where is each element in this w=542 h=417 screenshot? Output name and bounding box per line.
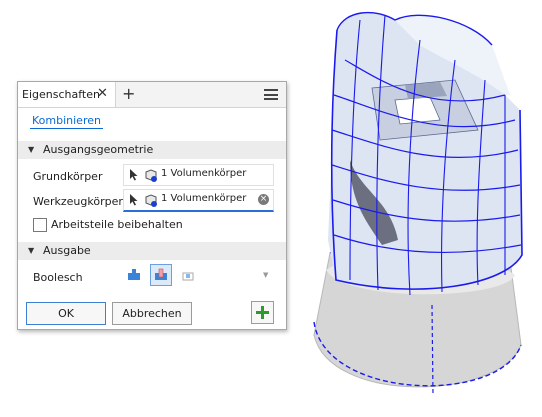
section-title: Ausgangsgeometrie [43,143,154,156]
select-cursor-icon [130,194,138,206]
solid-body-icon [145,194,157,207]
keep-toolbodies-checkbox[interactable] [33,218,47,232]
section-title: Ausgabe [43,244,91,257]
tab-properties[interactable]: Eigenschaften ✕ [18,82,116,107]
collapse-arrow-icon: ▼ [28,145,35,154]
section-output[interactable]: ▼ Ausgabe [18,242,286,260]
collapse-arrow-icon: ▼ [28,246,35,255]
tool-body-selector[interactable]: 1 Volumenkörper × [123,189,274,212]
properties-panel: Eigenschaften ✕ + Kombinieren ▼ Ausgangs… [17,81,287,330]
cut-icon [155,268,167,280]
solid-body-icon [145,169,157,182]
tool-body[interactable] [328,11,523,296]
apply-button[interactable] [251,301,274,324]
select-cursor-icon [130,169,138,181]
tab-label: Eigenschaften [22,88,100,101]
tool-body-value: 1 Volumenkörper [161,193,247,204]
add-tab-icon[interactable]: + [122,84,135,103]
section-input-geometry[interactable]: ▼ Ausgangsgeometrie [18,141,286,159]
chevron-down-icon[interactable]: ▼ [263,271,268,279]
hamburger-menu-icon[interactable] [264,89,278,100]
base-body-value: 1 Volumenkörper [161,168,247,179]
join-icon [128,269,140,280]
intersect-button[interactable] [177,264,199,286]
ok-button[interactable]: OK [26,302,106,325]
close-icon[interactable]: ✕ [97,86,108,101]
boolean-label: Boolesch [33,271,83,284]
clear-selection-icon[interactable]: × [258,194,269,205]
cancel-button[interactable]: Abbrechen [112,302,192,325]
plus-icon [256,306,269,319]
intersect-icon [182,272,194,281]
tool-body-label: Werkzeugkörper [33,195,123,208]
base-body-selector[interactable]: 1 Volumenkörper [123,164,274,186]
operation-link[interactable]: Kombinieren [30,114,103,129]
join-button[interactable] [123,264,145,286]
base-body-label: Grundkörper [33,170,103,183]
cut-button[interactable] [150,264,172,286]
tab-bar: Eigenschaften ✕ + [18,82,286,108]
keep-toolbodies-label: Arbeitsteile beibehalten [51,218,183,231]
